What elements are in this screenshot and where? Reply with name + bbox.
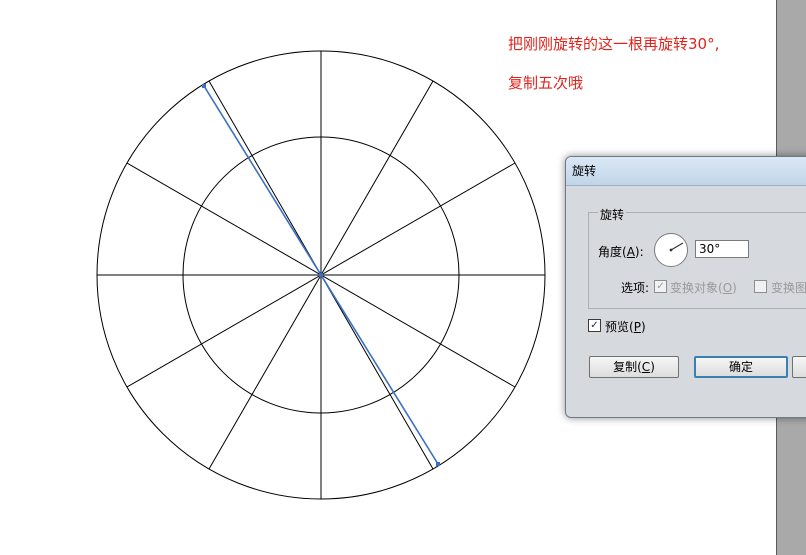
- options-label: 选项:: [621, 281, 650, 295]
- copy-button[interactable]: 复制(C): [589, 356, 679, 378]
- transform-pattern-checkbox[interactable]: [754, 280, 767, 293]
- transform-objects-checkbox[interactable]: ✓: [654, 280, 667, 293]
- angle-dial-icon[interactable]: [654, 233, 688, 267]
- checkmark-icon: ✓: [590, 320, 599, 331]
- rotate-group-label: 旋转: [598, 206, 627, 223]
- angle-input[interactable]: [695, 240, 749, 258]
- cancel-button[interactable]: [792, 356, 806, 378]
- anchor-point[interactable]: [202, 84, 206, 88]
- preview-checkbox[interactable]: ✓: [588, 319, 601, 332]
- annotation-line-1: 把刚刚旋转的这一根再旋转30°,: [508, 35, 720, 53]
- ok-button[interactable]: 确定: [694, 356, 788, 378]
- anchor-point[interactable]: [436, 462, 440, 466]
- center-point[interactable]: [319, 273, 323, 277]
- annotation-line-2: 复制五次哦: [508, 74, 584, 92]
- transform-pattern-label: 变换图: [771, 281, 806, 295]
- transform-objects-label: 变换对象(O): [670, 281, 737, 295]
- dialog-title[interactable]: 旋转: [566, 157, 806, 186]
- preview-label: 预览(P): [605, 320, 646, 334]
- rotate-dialog: 旋转 旋转 角度(A): 选项: ✓ 变换对象(O) 变换图 ✓ 预览(P) 复…: [565, 156, 806, 418]
- checkmark-icon: ✓: [656, 281, 665, 292]
- angle-label: 角度(A):: [598, 245, 644, 259]
